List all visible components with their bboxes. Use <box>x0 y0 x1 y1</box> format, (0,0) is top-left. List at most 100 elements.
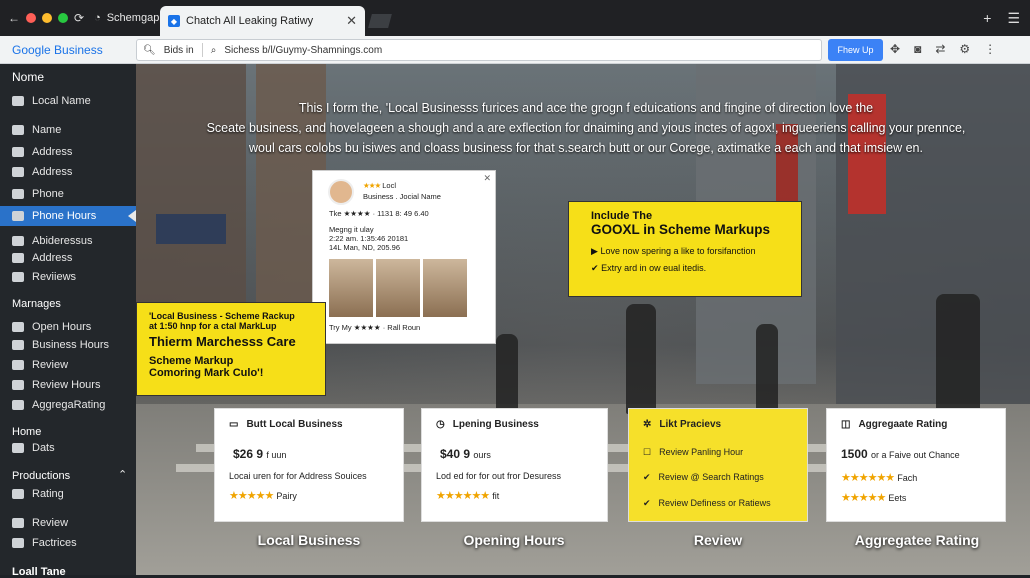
checkbox-icon[interactable]: ☐ <box>643 447 651 458</box>
new-tab-button[interactable] <box>368 14 392 28</box>
settings-icon: ✲ <box>643 419 652 430</box>
card-check-label: Review Definess or Ratiews <box>658 498 771 508</box>
business-listing-card[interactable]: ✕ ★★★ Locl Business . Jocial Name Tke ★★… <box>312 170 496 344</box>
extension-icon[interactable]: ✥ <box>890 42 900 56</box>
sidebar-item[interactable]: Open Hours <box>0 317 136 337</box>
back-icon[interactable]: ← <box>8 11 20 25</box>
sidebar-item[interactable]: Review Hours <box>0 375 136 395</box>
pedestrian <box>936 294 980 424</box>
rating-stars: ★★★★★ <box>841 492 886 504</box>
photo-thumbnail[interactable] <box>423 259 467 317</box>
rating-stars: ★★★★★ <box>229 490 274 502</box>
hero-text: This I form the, 'Local Businesss furice… <box>196 98 976 158</box>
pedestrian <box>756 324 778 414</box>
reload-icon[interactable]: ⟳ <box>74 11 84 25</box>
card-caption: Aggregatee Rating <box>854 532 980 548</box>
callout-title: GOOXL in Scheme Markups <box>591 222 771 237</box>
card-check-label: Review Panling Hour <box>659 447 744 457</box>
pedestrian <box>626 304 656 414</box>
sidebar-item[interactable]: Rating <box>0 484 136 504</box>
card-description: Lod ed for for out fror Desuress <box>436 471 562 481</box>
listing-photos[interactable] <box>329 259 467 317</box>
hero-line: This I form the, 'Local Businesss furice… <box>298 101 874 115</box>
sidebar-group-heading: Marnages <box>12 298 61 310</box>
hero-line: Sceate business, and hovelageen a shough… <box>206 121 966 135</box>
chevron-up-icon[interactable]: ⌃ <box>118 468 127 481</box>
sidebar-item[interactable]: Review <box>0 513 136 533</box>
card-review[interactable]: ✲ Likt Pracievs ☐ Review Panling Hour ✔ Rev… <box>628 408 808 522</box>
sidebar-item-label: Open Hours <box>32 321 92 333</box>
grid-icon <box>12 272 24 282</box>
list-icon <box>12 443 24 453</box>
maximize-window-icon[interactable] <box>58 13 68 23</box>
photo-thumbnail[interactable] <box>329 259 373 317</box>
home-icon <box>12 236 24 246</box>
hero-line: woul cars colobs bu isiwes and cloass bu… <box>249 141 923 155</box>
sidebar-item-label: Factrices <box>32 537 77 549</box>
sidebar-item-label: Business Hours <box>32 339 110 351</box>
close-icon[interactable]: ✕ <box>483 173 491 184</box>
tab-active[interactable]: ◆ Chatch All Leaking Ratiwy ✕ <box>160 6 365 36</box>
close-tab-icon[interactable]: ✕ <box>346 13 357 29</box>
share-icon[interactable]: ⇄ <box>935 42 945 56</box>
sidebar-item[interactable]: Address <box>0 142 136 162</box>
sidebar-item-label: Review <box>32 517 69 529</box>
card-aggregate-rating[interactable]: ◫ Aggregaate Rating 1500 or a Faive out C… <box>826 408 1006 522</box>
card-rating-text: Pairy <box>276 491 297 501</box>
sidebar-item-label: Phone Hours <box>32 210 97 222</box>
sidebar-group-heading: Home <box>12 426 42 438</box>
sidebar: Nome Local Name Name Address Address Pho… <box>0 64 136 578</box>
sidebar-item[interactable]: Dats <box>0 438 136 458</box>
callout-text: Include The <box>591 210 653 222</box>
close-window-icon[interactable] <box>26 13 36 23</box>
building-icon <box>12 253 24 263</box>
callout-bullet-text: Extry ard in ow eual itedis. <box>601 263 707 273</box>
card-local-business[interactable]: ▭ Butt Local Business $26 9 f uun Locai u… <box>214 408 404 522</box>
gear-icon[interactable]: ⚙ <box>959 42 970 56</box>
grid-icon <box>12 380 24 390</box>
sidebar-item-label: Local Name <box>32 95 91 107</box>
play-icon: ▶ <box>591 246 598 256</box>
card-opening-hours[interactable]: ◷ Lpening Business $40 9 ours Lod ed for … <box>421 408 608 522</box>
sidebar-item[interactable]: AggregaRating <box>0 395 136 415</box>
camera-icon[interactable]: ◙ <box>914 42 921 56</box>
card-title: Likt Pracievs <box>659 419 722 430</box>
sidebar-item[interactable]: Name <box>0 120 136 140</box>
sidebar-item[interactable]: Factrices <box>0 533 136 553</box>
sidebar-item-label: Dats <box>32 442 55 454</box>
listing-name: Locl <box>382 181 397 190</box>
listing-info: Megng it ulay <box>329 225 374 234</box>
callout-text: Comoring Mark Culo'! <box>149 367 264 379</box>
check-icon: ✔ <box>591 263 599 273</box>
window-controls: ← ⟳ <box>0 11 84 25</box>
phone-icon <box>12 189 24 199</box>
avatar <box>328 179 354 205</box>
sidebar-item-phone-hours[interactable]: Phone Hours <box>0 206 136 226</box>
card-caption: Local Business <box>257 532 361 548</box>
building-icon <box>12 147 24 157</box>
url-field[interactable]: 🔍︎ Bids in ⌕ Sichess b/l/Guymy-Shamnings… <box>136 39 822 61</box>
add-icon[interactable]: + <box>983 10 991 27</box>
sidebar-item[interactable]: Phone <box>0 184 136 204</box>
photo-thumbnail[interactable] <box>376 259 420 317</box>
sidebar-item-label: Address <box>32 166 73 178</box>
tab-active-label: Chatch All Leaking Ratiwy <box>186 15 314 27</box>
more-icon[interactable]: ⋮ <box>984 42 996 56</box>
card-price-sub: f uun <box>266 450 287 460</box>
sidebar-item[interactable]: Business Hours <box>0 335 136 355</box>
show-button[interactable]: Fhew Up <box>828 39 883 61</box>
chart-icon: ◫ <box>841 419 851 430</box>
sidebar-item[interactable]: Local Name <box>0 91 136 111</box>
callout-text: Scheme Markup <box>149 355 234 367</box>
menu-icon[interactable]: ☰ <box>1007 10 1020 27</box>
listing-rating: Tke ★★★★ · 1131 8: 49 6.40 <box>329 209 429 218</box>
google-business-logo[interactable]: Google Business <box>0 43 136 57</box>
sidebar-item[interactable]: Address <box>0 162 136 182</box>
sidebar-item[interactable]: Review <box>0 355 136 375</box>
sidebar-item[interactable]: Address <box>0 248 136 268</box>
minimize-window-icon[interactable] <box>42 13 52 23</box>
card-rating-text: Eets <box>888 493 907 503</box>
user-icon <box>12 400 24 410</box>
sidebar-item[interactable]: Reviiews <box>0 267 136 287</box>
sidebar-group-heading: Productions <box>12 470 71 482</box>
